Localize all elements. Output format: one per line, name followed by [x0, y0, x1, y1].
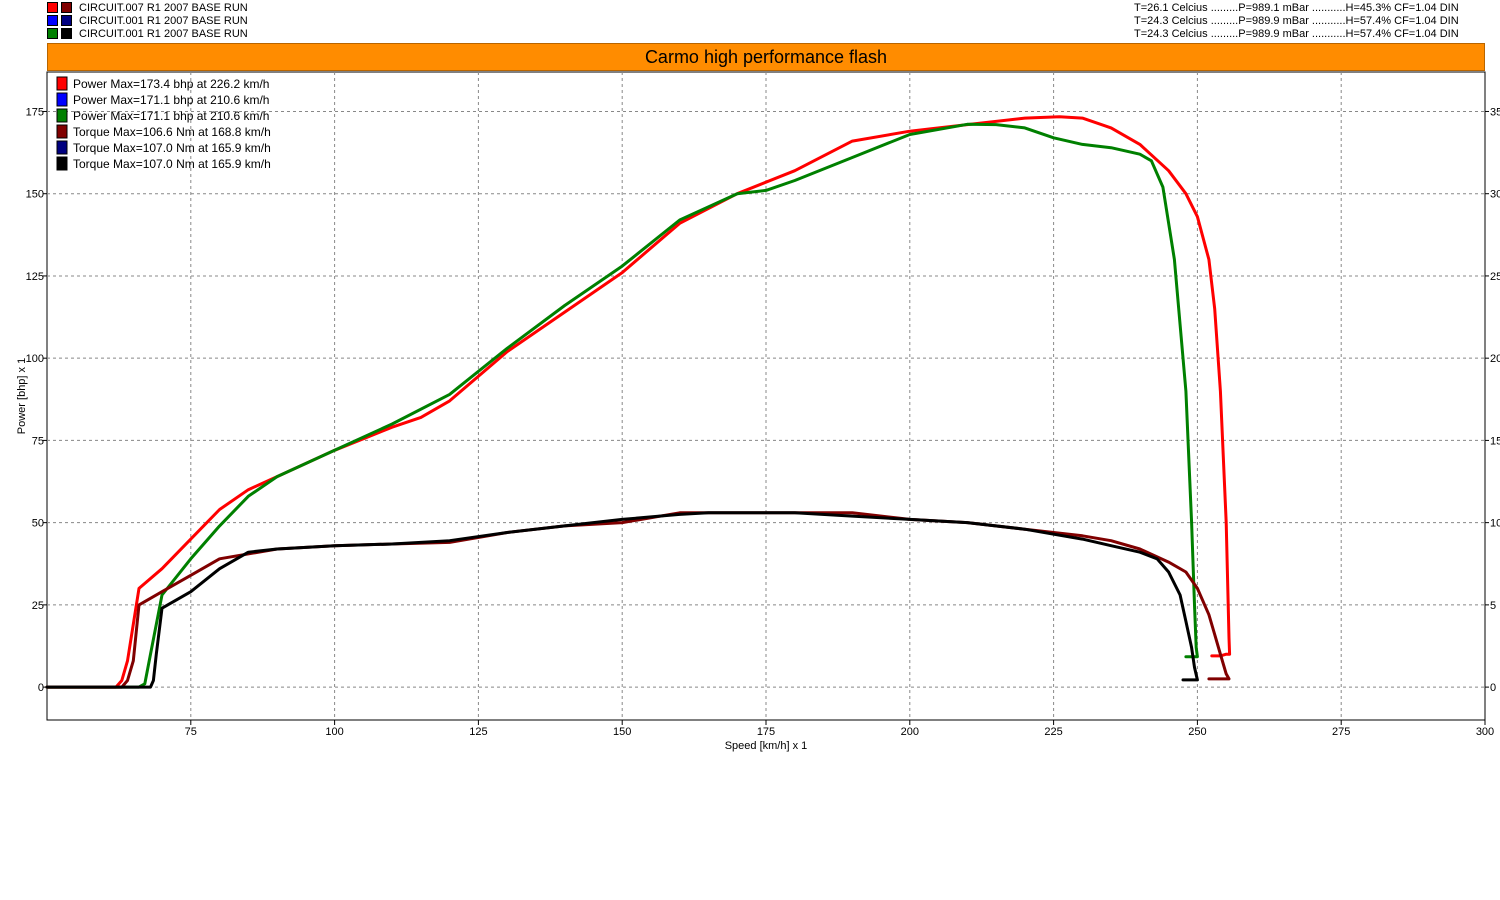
x-tick-label: 200: [901, 726, 919, 738]
x-tick-label: 100: [325, 726, 343, 738]
x-tick-label: 75: [185, 726, 197, 738]
y-tick-label: 0: [38, 682, 44, 694]
y2-tick-label: 35: [1490, 106, 1500, 118]
x-tick-label: 175: [757, 726, 775, 738]
y2-tick-label: 15: [1490, 435, 1500, 447]
legend-entry: Torque Max=107.0 Nm at 165.9 km/h: [73, 141, 271, 155]
x-axis-label: Speed [km/h] x 1: [725, 740, 808, 752]
x-tick-label: 250: [1188, 726, 1206, 738]
y2-tick-label: 0: [1490, 682, 1496, 694]
legend-swatch: [56, 140, 68, 155]
legend-entry: Power Max=171.1 bhp at 210.6 km/h: [73, 93, 269, 107]
y-tick-label: 50: [32, 518, 44, 530]
legend-entry: Power Max=171.1 bhp at 210.6 km/h: [73, 109, 269, 123]
legend-entry: Torque Max=107.0 Nm at 165.9 km/h: [73, 157, 271, 171]
dyno-chart: 75 100 125 150 175 200 225 250 275 30002550751001…: [16, 71, 1500, 752]
y-axis-label: Power [bhp] x 1: [16, 358, 28, 434]
y-tick-label: 75: [32, 435, 44, 447]
y-tick-label: 150: [26, 189, 44, 201]
y-tick-label: 100: [26, 353, 44, 365]
x-tick-label: 125: [469, 726, 487, 738]
legend-entry: Power Max=173.4 bhp at 226.2 km/h: [73, 77, 269, 91]
y2-tick-label: 30: [1490, 189, 1500, 201]
y2-tick-label: 10: [1490, 518, 1500, 530]
x-tick-label: 150: [613, 726, 631, 738]
x-tick-label: 275: [1332, 726, 1350, 738]
legend-swatch: [56, 108, 68, 123]
x-tick-label: 225: [1044, 726, 1062, 738]
legend-swatch: [56, 156, 68, 171]
legend-entry: Torque Max=106.6 Nm at 168.8 km/h: [73, 125, 271, 139]
y-tick-label: 125: [26, 271, 44, 283]
y-tick-label: 25: [32, 600, 44, 612]
legend-swatch: [56, 124, 68, 139]
y-tick-label: 175: [26, 106, 44, 118]
y2-tick-label: 25: [1490, 271, 1500, 283]
legend-swatch: [56, 92, 68, 107]
x-tick-label: 300: [1476, 726, 1494, 738]
y2-tick-label: 20: [1490, 353, 1500, 365]
y2-tick-label: 5: [1490, 600, 1496, 612]
legend-swatch: [56, 76, 68, 91]
